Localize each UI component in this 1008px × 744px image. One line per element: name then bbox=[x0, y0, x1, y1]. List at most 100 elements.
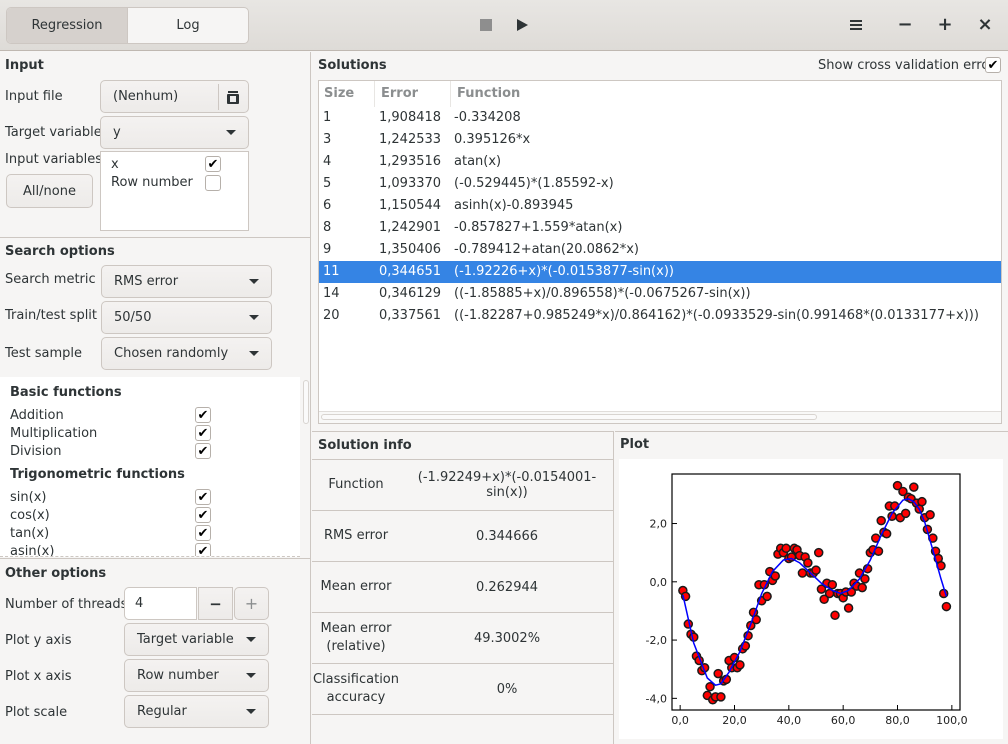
dropdown-arrow-icon bbox=[226, 130, 236, 135]
train-test-split-combo[interactable]: 50/50 bbox=[101, 301, 272, 334]
y-tick-label: 2,0 bbox=[650, 518, 668, 531]
menu-button[interactable] bbox=[844, 13, 868, 37]
dropdown-arrow-icon bbox=[249, 315, 259, 320]
solution-error: 1,150544 bbox=[379, 198, 442, 213]
function-name: Addition bbox=[10, 408, 64, 423]
solution-row[interactable]: 6 1,150544 asinh(x)-0.893945 bbox=[319, 195, 1001, 217]
data-point bbox=[797, 568, 808, 578]
y-tick-label: -2,0 bbox=[646, 634, 667, 647]
plot-x-axis-label: Plot x axis bbox=[5, 669, 72, 684]
function-name: Division bbox=[10, 444, 62, 459]
plot-y-axis-label: Plot y axis bbox=[5, 633, 72, 648]
view-switcher: Regression Log bbox=[6, 7, 249, 44]
data-point bbox=[716, 692, 726, 702]
train-test-split-value: 50/50 bbox=[114, 310, 152, 325]
solution-info-panel: Solution info Function (-1.92249+x)*(-0.0… bbox=[312, 431, 614, 744]
function-list-scrollbar[interactable] bbox=[303, 380, 309, 424]
column-header-error[interactable]: Error bbox=[376, 81, 451, 107]
target-variable-combo[interactable]: y bbox=[100, 116, 249, 149]
solution-row[interactable]: 5 1,093370 (-0.529445)*(1.85592-x) bbox=[319, 173, 1001, 195]
function-cos-checkbox[interactable]: ✔ bbox=[195, 507, 211, 523]
data-point bbox=[857, 582, 867, 593]
divider bbox=[0, 237, 311, 238]
target-variable-value: y bbox=[113, 125, 121, 140]
other-options-title: Other options bbox=[5, 566, 107, 581]
variable-row-number-checkbox[interactable] bbox=[205, 175, 221, 191]
horizontal-scrollbar[interactable] bbox=[319, 411, 1001, 423]
column-header-function[interactable]: Function bbox=[452, 81, 1001, 107]
menu-icon bbox=[850, 20, 862, 30]
solution-row[interactable]: 11 0,344651 (-1.92226+x)*(-0.0153877-sin(x… bbox=[319, 261, 1001, 283]
solution-size: 1 bbox=[323, 110, 332, 125]
function-asin-checkbox[interactable]: ✔ bbox=[195, 543, 211, 556]
plot-x-axis-combo[interactable]: Row number bbox=[124, 659, 269, 692]
stop-button[interactable] bbox=[474, 13, 498, 37]
play-icon bbox=[516, 19, 528, 31]
dropdown-arrow-icon bbox=[249, 351, 259, 356]
all-none-button[interactable]: All/none bbox=[6, 174, 93, 208]
variable-name: x bbox=[111, 157, 119, 172]
test-sample-combo[interactable]: Chosen randomly bbox=[101, 337, 272, 370]
function-multiplication-checkbox[interactable]: ✔ bbox=[195, 425, 211, 441]
input-file-chooser[interactable]: (Nenhum) bbox=[100, 80, 249, 113]
solution-row[interactable]: 14 0,346129 ((-1.85885+x)/0.896558)*(-0.06… bbox=[319, 283, 1001, 305]
tab-regression[interactable]: Regression bbox=[7, 8, 128, 43]
solution-row[interactable]: 1 1,908418 -0.334208 bbox=[319, 107, 1001, 129]
function-division-checkbox[interactable]: ✔ bbox=[195, 443, 211, 459]
solution-error: 1,350406 bbox=[379, 242, 442, 257]
close-button[interactable]: × bbox=[973, 12, 997, 36]
plus-icon: + bbox=[244, 594, 259, 613]
function-sin-checkbox[interactable]: ✔ bbox=[195, 489, 211, 505]
plot-scale-combo[interactable]: Regular bbox=[124, 695, 269, 728]
solution-row[interactable]: 20 0,337561 ((-1.82287+0.985249*x)/0.86416… bbox=[319, 305, 1001, 327]
solution-size: 3 bbox=[323, 132, 332, 147]
plot-y-axis-combo[interactable]: Target variable bbox=[124, 623, 269, 656]
data-point bbox=[705, 681, 715, 692]
solution-function: asinh(x)-0.893945 bbox=[454, 198, 574, 213]
plot-y-axis-value: Target variable bbox=[137, 632, 234, 647]
data-point bbox=[811, 565, 821, 575]
solution-function: -0.789412+atan(20.0862*x) bbox=[454, 242, 639, 257]
variable-x-checkbox[interactable]: ✔ bbox=[205, 156, 221, 172]
solution-size: 8 bbox=[323, 220, 332, 235]
show-cv-checkbox[interactable]: ✔ bbox=[985, 57, 1001, 73]
solution-error: 1,093370 bbox=[379, 176, 442, 191]
target-variable-label: Target variable bbox=[5, 125, 102, 140]
function-name: asin(x) bbox=[10, 544, 55, 557]
solution-row[interactable]: 9 1,350406 -0.789412+atan(20.0862*x) bbox=[319, 239, 1001, 261]
info-key: Function bbox=[328, 477, 384, 492]
variable-name: Row number bbox=[111, 175, 193, 190]
run-button[interactable] bbox=[510, 13, 534, 37]
function-addition-checkbox[interactable]: ✔ bbox=[195, 407, 211, 423]
data-point bbox=[762, 591, 772, 602]
solution-row[interactable]: 3 1,242533 0.395126*x bbox=[319, 129, 1001, 151]
solution-error: 1,293516 bbox=[379, 154, 442, 169]
solution-function: ((-1.85885+x)/0.896558)*(-0.0675267-sin(… bbox=[454, 286, 751, 301]
solution-info-row: RMS error 0.344666 bbox=[312, 510, 614, 561]
threads-decrement-button[interactable]: − bbox=[198, 587, 233, 620]
solution-error: 1,242533 bbox=[379, 132, 442, 147]
search-metric-combo[interactable]: RMS error bbox=[101, 265, 272, 298]
info-value: 0% bbox=[496, 681, 518, 697]
dropdown-arrow-icon bbox=[246, 673, 256, 678]
column-header-size[interactable]: Size bbox=[319, 81, 375, 107]
function-list: Basic functions Addition ✔ Multiplicatio… bbox=[0, 377, 300, 557]
input-variables-list: x ✔ Row number bbox=[100, 151, 249, 231]
solution-info-row: Classification accuracy 0% bbox=[312, 663, 614, 714]
train-test-split-label: Train/test split bbox=[5, 308, 98, 323]
info-value: (-1.92249+x)*(-0.0154001-sin(x)) bbox=[417, 470, 597, 500]
tab-log[interactable]: Log bbox=[128, 8, 248, 43]
plot-scale-label: Plot scale bbox=[5, 705, 68, 720]
scatter-plot: 0,0 20,0 40,0 60,0 80,0 100,0 -4,0 -2,0 0,0 2,0 bbox=[646, 473, 968, 727]
solution-size: 5 bbox=[323, 176, 332, 191]
solution-row[interactable]: 8 1,242901 -0.857827+1.559*atan(x) bbox=[319, 217, 1001, 239]
data-point bbox=[876, 515, 886, 526]
scrollbar-thumb[interactable] bbox=[321, 414, 817, 420]
dropdown-arrow-icon bbox=[249, 279, 259, 284]
threads-input[interactable]: 4 bbox=[124, 587, 197, 620]
minimize-button[interactable]: − bbox=[893, 12, 917, 36]
solution-row[interactable]: 4 1,293516 atan(x) bbox=[319, 151, 1001, 173]
maximize-button[interactable]: + bbox=[933, 12, 957, 36]
function-tan-checkbox[interactable]: ✔ bbox=[195, 525, 211, 541]
threads-increment-button[interactable]: + bbox=[234, 587, 269, 620]
